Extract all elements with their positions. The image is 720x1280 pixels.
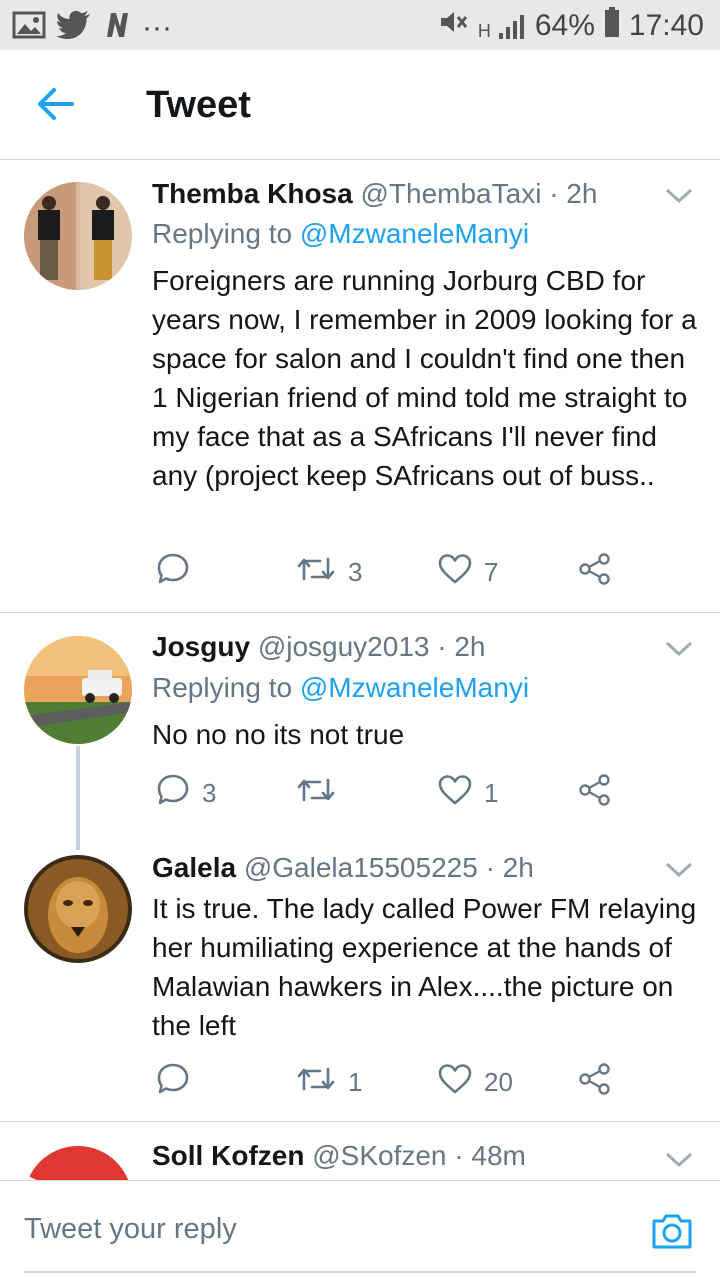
share-icon: [578, 552, 612, 593]
image-icon: [12, 10, 46, 45]
signal-icon: H: [478, 11, 527, 41]
reply-count: 3: [202, 777, 217, 808]
retweet-count: 1: [348, 1066, 363, 1097]
tweet-item[interactable]: Josguy @josguy2013 · 2h Replying to @Mzw…: [0, 613, 720, 835]
app-bar: Tweet: [0, 50, 720, 160]
avatar[interactable]: [24, 1146, 132, 1180]
chevron-down-icon[interactable]: [664, 186, 694, 206]
reply-icon: [156, 1062, 190, 1103]
chevron-down-icon[interactable]: [664, 639, 694, 659]
retweet-button[interactable]: 1: [296, 1062, 362, 1102]
retweet-icon: [296, 553, 336, 592]
avatar[interactable]: [24, 636, 132, 744]
reply-button[interactable]: 3: [156, 773, 216, 813]
replying-to: Replying to @MzwaneleManyi: [152, 672, 529, 704]
page-title: Tweet: [146, 84, 251, 126]
network-type-label: H: [477, 21, 491, 41]
status-bar: ··· H 64% 17:40: [0, 0, 720, 50]
heart-icon: [438, 553, 472, 592]
tweet-header: Galela @Galela15505225 · 2h: [152, 852, 534, 884]
tweet-text: It is true. The lady called Power FM rel…: [152, 893, 697, 1041]
retweet-icon: [296, 774, 336, 813]
like-count: 20: [484, 1066, 513, 1097]
retweet-button[interactable]: 3: [296, 552, 362, 592]
author-handle: @josguy2013 · 2h: [257, 631, 486, 662]
like-count: 7: [484, 556, 499, 587]
author-name[interactable]: Galela: [152, 852, 236, 883]
mute-icon: [438, 7, 470, 45]
like-button[interactable]: 20: [438, 1062, 513, 1102]
avatar[interactable]: [24, 855, 132, 963]
replying-to-label: Replying to: [152, 672, 300, 703]
share-icon: [578, 1062, 612, 1103]
author-handle: @SKofzen · 48m: [312, 1140, 526, 1171]
reply-button[interactable]: [156, 1062, 202, 1102]
author-name[interactable]: Soll Kofzen: [152, 1140, 304, 1171]
share-button[interactable]: [578, 773, 612, 813]
tweet-actions: 3 7: [152, 552, 632, 592]
share-icon: [578, 773, 612, 814]
reply-button[interactable]: [156, 552, 202, 592]
chevron-down-icon[interactable]: [664, 860, 694, 880]
author-name[interactable]: Themba Khosa: [152, 178, 353, 209]
author-handle: @Galela15505225 · 2h: [243, 852, 534, 883]
twitter-icon: [56, 10, 92, 45]
reply-icon: [156, 552, 190, 593]
tweet-item[interactable]: Soll Kofzen @SKofzen · 48m: [0, 1122, 720, 1180]
tweet-item[interactable]: Themba Khosa @ThembaTaxi · 2h Replying t…: [0, 160, 720, 612]
back-arrow-icon: [36, 86, 76, 127]
replying-to: Replying to @MzwaneleManyi: [152, 218, 529, 250]
share-button[interactable]: [578, 1062, 612, 1102]
back-button[interactable]: [30, 80, 82, 132]
tweet-text: No no no its not true: [152, 719, 405, 750]
like-button[interactable]: 1: [438, 773, 498, 813]
tweet-actions: 1 20: [152, 1062, 632, 1102]
share-button[interactable]: [578, 552, 612, 592]
clock: 17:40: [628, 9, 704, 42]
camera-icon: [650, 1214, 694, 1255]
like-count: 1: [484, 777, 499, 808]
mention-link[interactable]: @MzwaneleManyi: [300, 672, 529, 703]
reply-input[interactable]: Tweet your reply: [24, 1213, 237, 1246]
chevron-down-icon[interactable]: [664, 1150, 694, 1170]
heart-icon: [438, 1063, 472, 1102]
like-button[interactable]: 7: [438, 552, 498, 592]
mention-link[interactable]: @MzwaneleManyi: [300, 218, 529, 249]
avatar[interactable]: [24, 182, 132, 290]
tweet-header: Themba Khosa @ThembaTaxi · 2h: [152, 178, 597, 210]
reply-icon: [156, 773, 190, 814]
tweet-header: Josguy @josguy2013 · 2h: [152, 631, 486, 663]
author-handle: @ThembaTaxi · 2h: [360, 178, 598, 209]
camera-button[interactable]: [650, 1211, 694, 1251]
retweet-icon: [296, 1063, 336, 1102]
tweet-actions: 3 1: [152, 773, 632, 813]
n-icon: [102, 10, 132, 45]
retweet-button[interactable]: [296, 773, 348, 813]
more-notifications: ···: [142, 10, 172, 44]
tweet-text: Foreigners are running Jorburg CBD for y…: [152, 265, 697, 491]
heart-icon: [438, 774, 472, 813]
tweet-header: Soll Kofzen @SKofzen · 48m: [152, 1140, 526, 1172]
input-underline: [24, 1271, 696, 1273]
replying-to-label: Replying to: [152, 218, 300, 249]
battery-percent: 64%: [534, 9, 595, 42]
tweet-item[interactable]: Galela @Galela15505225 · 2h It is true. …: [0, 834, 720, 1121]
battery-icon: [603, 6, 621, 46]
retweet-count: 3: [348, 556, 363, 587]
reply-composer: Tweet your reply: [0, 1180, 720, 1280]
author-name[interactable]: Josguy: [152, 631, 250, 662]
